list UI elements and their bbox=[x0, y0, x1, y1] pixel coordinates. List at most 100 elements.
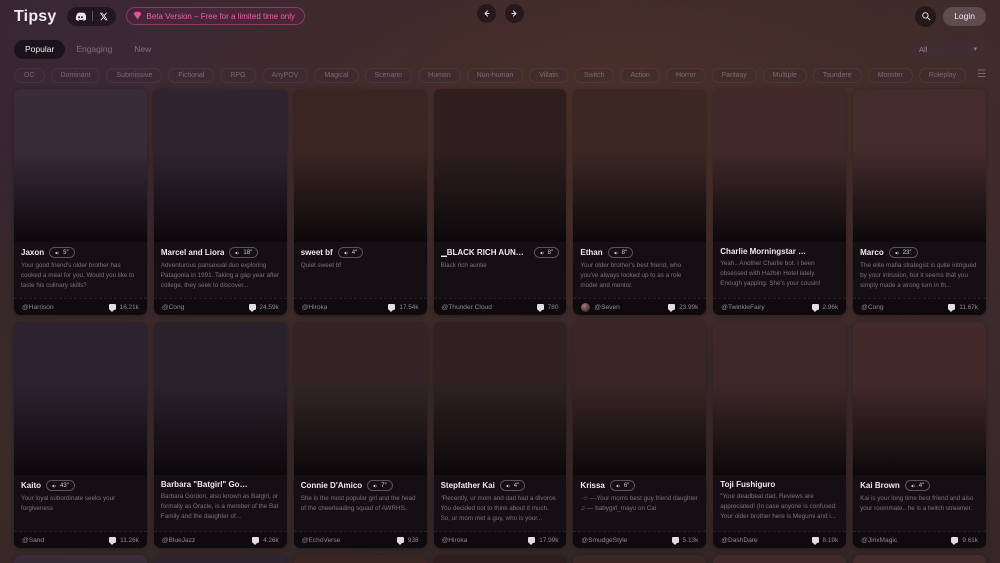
back-button[interactable] bbox=[476, 4, 496, 23]
x-icon[interactable] bbox=[99, 12, 108, 21]
character-card[interactable]: Ethan 8″ Your older brother's best friend,… bbox=[573, 89, 707, 315]
card-chat-count: 2.96k bbox=[811, 304, 838, 312]
tag-chip[interactable]: Villain bbox=[529, 67, 568, 83]
card-body: Stepfather Kai 4″ “Recently, ur mom and da… bbox=[433, 475, 567, 531]
tag-chip[interactable]: RPG bbox=[220, 67, 256, 83]
card-author[interactable]: @BlueJazz bbox=[162, 537, 195, 544]
chat-bubble-icon bbox=[396, 537, 404, 545]
card-author[interactable]: @DashDare bbox=[721, 537, 757, 544]
character-card[interactable]: Marcel and Liora 18″ Adventurous pansexual… bbox=[153, 89, 287, 315]
card-body: sweet bf 4″ Quiet sweet bf bbox=[293, 242, 427, 298]
voice-duration-badge[interactable]: 5″ bbox=[49, 247, 75, 258]
tab-popular[interactable]: Popular bbox=[14, 39, 66, 59]
voice-duration-badge[interactable]: 4″ bbox=[337, 247, 364, 258]
chat-bubble-icon bbox=[668, 304, 676, 312]
character-card[interactable]: Kaito 43″ Your loyal subordinate seeks you… bbox=[14, 322, 147, 548]
card-author[interactable]: @Hiroka bbox=[442, 537, 468, 544]
card-author-label: @Seven bbox=[594, 303, 620, 311]
expand-more-icon[interactable]: ☰ bbox=[977, 70, 986, 80]
discord-icon[interactable] bbox=[75, 11, 86, 21]
login-button[interactable]: Login bbox=[943, 6, 986, 26]
card-author[interactable]: @Seven bbox=[581, 302, 620, 312]
tag-chip[interactable]: Monster bbox=[867, 67, 913, 83]
character-card[interactable] bbox=[573, 555, 707, 563]
voice-duration-badge[interactable]: 6″ bbox=[609, 480, 636, 491]
voice-duration-label: 4″ bbox=[513, 482, 520, 489]
card-author[interactable]: @JinxMagic bbox=[861, 537, 897, 544]
card-author[interactable]: @SmudgeStyle bbox=[581, 537, 627, 544]
character-card[interactable]: ▁BLACK RICH AUNTI... 8″ Black rich auntie @… bbox=[433, 89, 567, 315]
card-author[interactable]: @Thunder Cloud bbox=[442, 304, 492, 311]
tag-chip[interactable]: Dominant bbox=[50, 67, 101, 83]
tag-chip[interactable]: Switch bbox=[573, 67, 615, 83]
beta-badge[interactable]: Beta Version – Free for a limited time o… bbox=[125, 7, 306, 25]
tag-chip[interactable]: Scenario bbox=[364, 67, 413, 83]
character-card[interactable] bbox=[853, 555, 986, 563]
character-card[interactable] bbox=[433, 555, 567, 563]
card-thumbnail bbox=[713, 89, 847, 242]
voice-duration-badge[interactable]: 8″ bbox=[533, 247, 560, 258]
tag-chip[interactable]: Human bbox=[418, 67, 461, 83]
search-button[interactable] bbox=[915, 5, 937, 27]
character-card[interactable]: Marco 23″ The elite mafia strategist is qu… bbox=[853, 89, 986, 315]
tag-chip[interactable]: Action bbox=[620, 67, 660, 83]
brand-logo[interactable]: Tipsy bbox=[14, 8, 57, 26]
card-title-row: Jaxon 5″ bbox=[21, 247, 140, 258]
voice-duration-badge[interactable]: 23″ bbox=[888, 247, 918, 258]
character-card[interactable]: Stepfather Kai 4″ “Recently, ur mom and da… bbox=[433, 322, 567, 548]
card-body: ▁BLACK RICH AUNTI... 8″ Black rich auntie bbox=[433, 242, 567, 298]
card-thumbnail bbox=[14, 89, 147, 242]
card-author[interactable]: @Harrison bbox=[22, 304, 54, 311]
card-description: Barbara Gordon, also known as Batgirl, o… bbox=[160, 493, 279, 520]
tag-chip[interactable]: Roleplay bbox=[918, 67, 967, 83]
card-title-row: sweet bf 4″ bbox=[301, 247, 420, 258]
card-author[interactable]: @Sand bbox=[22, 537, 44, 544]
card-chat-count: 11.26k bbox=[109, 537, 139, 545]
tag-chip[interactable]: Non-human bbox=[466, 67, 524, 83]
card-author[interactable]: @EchoVerse bbox=[302, 537, 341, 544]
character-card[interactable]: Kai Brown 4″ Kai is your long time best fr… bbox=[853, 322, 986, 548]
tag-chip[interactable]: Multiple bbox=[762, 67, 807, 83]
character-card[interactable]: Krissa 6″ ·☆·—Your moms best guy friend da… bbox=[573, 322, 707, 548]
card-author[interactable]: @Hiroka bbox=[302, 304, 328, 311]
character-card[interactable]: Jaxon 5″ Your good friend's older brother … bbox=[14, 89, 147, 315]
character-card[interactable]: Connie D'Amico 7″ She is the most popular … bbox=[293, 322, 427, 548]
character-card[interactable]: sweet bf 4″ Quiet sweet bf @Hiroka 17.54k bbox=[293, 89, 427, 315]
card-description: Your loyal subordinate seeks your forgiv… bbox=[21, 495, 116, 512]
tag-chip[interactable]: OC bbox=[14, 67, 45, 83]
card-chat-count: 23.99k bbox=[668, 304, 698, 312]
card-description: Quiet sweet bf bbox=[300, 262, 341, 269]
card-author[interactable]: @Cong bbox=[861, 304, 883, 311]
tag-chip[interactable]: Fantasy bbox=[711, 67, 757, 83]
filter-select[interactable]: All ▾ bbox=[910, 40, 986, 58]
character-card[interactable]: Charlie Morningstar ~Hazbin ... Yeah.. An… bbox=[713, 89, 847, 315]
voice-duration-badge[interactable]: 7″ bbox=[367, 480, 393, 491]
character-card[interactable] bbox=[293, 555, 427, 563]
character-card[interactable] bbox=[153, 555, 287, 563]
tag-chip[interactable]: Submissive bbox=[106, 67, 163, 83]
character-card[interactable]: Barbara "Batgirl" Gordon Barbara Gordon, … bbox=[153, 322, 287, 548]
card-author[interactable]: @Cong bbox=[162, 304, 184, 311]
card-body: Connie D'Amico 7″ She is the most popular … bbox=[293, 475, 427, 531]
voice-duration-badge[interactable]: 43″ bbox=[46, 480, 75, 491]
voice-duration-badge[interactable]: 8″ bbox=[607, 247, 634, 258]
tag-chip[interactable]: AnyPOV bbox=[261, 67, 309, 83]
card-author[interactable]: @TwinkleFairy bbox=[721, 304, 764, 311]
character-card[interactable]: Toji Fushiguro "Your deadbeat dad. Review… bbox=[713, 322, 847, 548]
tab-new[interactable]: New bbox=[123, 40, 162, 59]
card-chat-count-label: 5.13k bbox=[682, 536, 699, 544]
voice-duration-badge[interactable]: 18″ bbox=[229, 247, 259, 258]
voice-duration-label: 4″ bbox=[918, 482, 925, 489]
character-card[interactable] bbox=[713, 555, 847, 563]
tag-chip[interactable]: Magical bbox=[314, 67, 359, 83]
tag-chip[interactable]: Tsundere bbox=[812, 67, 862, 83]
tag-chip[interactable]: Horror bbox=[665, 67, 706, 83]
character-card[interactable] bbox=[14, 555, 147, 563]
card-body: Jaxon 5″ Your good friend's older brother … bbox=[14, 242, 147, 298]
card-title-row: Kai Brown 4″ bbox=[860, 480, 979, 491]
voice-duration-badge[interactable]: 4″ bbox=[499, 480, 526, 491]
tab-engaging[interactable]: Engaging bbox=[65, 40, 123, 59]
forward-button[interactable] bbox=[504, 4, 524, 23]
voice-duration-badge[interactable]: 4″ bbox=[904, 480, 931, 491]
tag-chip[interactable]: Fictional bbox=[168, 67, 215, 83]
